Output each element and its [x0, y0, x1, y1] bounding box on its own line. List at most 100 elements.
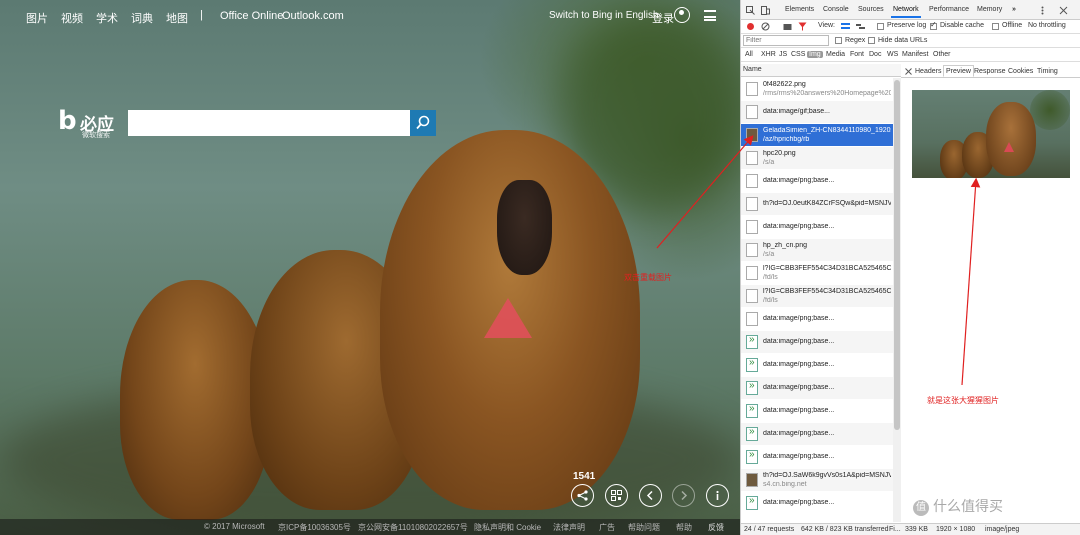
scrollbar-thumb[interactable]	[894, 80, 900, 430]
type-font[interactable]: Font	[850, 51, 864, 58]
nav-academic[interactable]: 学术	[96, 10, 118, 26]
nav-videos[interactable]: 视频	[61, 10, 83, 26]
filter-icon[interactable]	[798, 22, 807, 31]
tab-network[interactable]: Network	[891, 6, 921, 18]
request-row[interactable]: data:image/png;base...	[741, 446, 893, 468]
request-row[interactable]: data:image/gif;base...	[741, 101, 893, 123]
status-size: 339 KB	[905, 526, 928, 533]
tab-console[interactable]: Console	[823, 6, 849, 13]
footer-legal[interactable]: 法律声明	[553, 522, 585, 533]
nav-dictionary[interactable]: 词典	[131, 10, 153, 26]
footer-feedback[interactable]: 反馈	[708, 522, 724, 533]
request-row[interactable]: 0f482622.png/rms/rms%20answers%20Homepag…	[741, 78, 893, 100]
close-icon[interactable]	[1059, 6, 1068, 15]
request-row[interactable]: data:image/png;base...	[741, 423, 893, 445]
disable-cache-checkbox[interactable]	[930, 20, 937, 30]
large-rows-icon[interactable]	[841, 22, 850, 31]
footer-help[interactable]: 帮助	[676, 522, 692, 533]
nav-office-online[interactable]: Office Online	[220, 10, 283, 22]
request-row[interactable]: data:image/png;base...	[741, 492, 893, 514]
switch-language-link[interactable]: Switch to Bing in English	[549, 10, 659, 21]
login-link[interactable]: 登录	[652, 10, 674, 26]
request-path: /s/a	[763, 159, 775, 166]
request-row[interactable]: data:image/png;base...	[741, 308, 893, 330]
nav-outlook[interactable]: Outlook.com	[282, 10, 344, 22]
record-icon[interactable]	[747, 23, 754, 30]
share-button[interactable]	[571, 484, 594, 507]
footer: © 2017 Microsoft 京ICP备10036305号 京公网安备110…	[0, 519, 740, 535]
request-row[interactable]: data:image/png;base...	[741, 377, 893, 399]
footer-ads[interactable]: 广告	[599, 522, 615, 533]
type-js[interactable]: JS	[779, 51, 787, 58]
previous-image-button[interactable]	[639, 484, 662, 507]
footer-icp[interactable]: 京ICP备10036305号	[278, 522, 351, 533]
qr-code-button[interactable]	[605, 484, 628, 507]
request-list-scrollbar[interactable]	[893, 78, 901, 522]
qr-code-icon	[611, 490, 622, 501]
type-media[interactable]: Media	[826, 51, 845, 58]
type-img[interactable]: Img	[807, 51, 823, 58]
request-row[interactable]: th?id=OJ.0eutK84ZCrFSQw&pid=MSNJVFe	[741, 193, 893, 215]
request-row[interactable]: hp_zh_cn.png/s/a	[741, 239, 893, 261]
detail-tab-cookies[interactable]: Cookies	[1008, 68, 1033, 75]
type-doc[interactable]: Doc	[869, 51, 881, 58]
request-row[interactable]: data:image/png;base...	[741, 354, 893, 376]
detail-tab-timing[interactable]: Timing	[1037, 68, 1058, 75]
request-row[interactable]: th?id=OJ.SaW6k9gvVs0s1A&pid=MSNJVFe s4.cn…	[741, 469, 893, 491]
image-thumbnail-icon	[746, 473, 758, 487]
device-toolbar-icon[interactable]	[761, 6, 770, 15]
next-image-button[interactable]	[672, 484, 695, 507]
type-css[interactable]: CSS	[791, 51, 805, 58]
request-row[interactable]: data:image/png;base...	[741, 331, 893, 353]
throttling-select[interactable]: No throttling	[1028, 22, 1066, 29]
menu-icon[interactable]	[704, 10, 716, 21]
request-name: th?id=OJ.0eutK84ZCrFSQw&pid=MSNJVFe	[763, 200, 891, 207]
request-row[interactable]: data:image/png;base...	[741, 216, 893, 238]
footer-help-questions[interactable]: 帮助问题	[628, 522, 660, 533]
search-input[interactable]	[128, 110, 410, 136]
info-button[interactable]	[706, 484, 729, 507]
request-name: data:image/png;base...	[763, 384, 835, 391]
close-detail-icon[interactable]	[904, 67, 913, 76]
footer-privacy[interactable]: 隐私声明和 Cookie	[474, 522, 541, 533]
offline-checkbox[interactable]	[992, 23, 999, 30]
request-row[interactable]: l?IG=CBB3FEF554C34D31BCA525465C415€ /fd/l…	[741, 262, 893, 284]
clear-icon[interactable]	[761, 22, 770, 31]
more-options-icon[interactable]	[1038, 6, 1047, 15]
tab-performance[interactable]: Performance	[929, 6, 969, 13]
type-xhr[interactable]: XHR	[761, 51, 776, 58]
type-ws[interactable]: WS	[887, 51, 898, 58]
request-row[interactable]: data:image/png;base...	[741, 400, 893, 422]
hide-data-urls-checkbox[interactable]	[868, 37, 875, 44]
tab-memory[interactable]: Memory	[977, 6, 1002, 13]
type-other[interactable]: Other	[933, 51, 951, 58]
regex-checkbox[interactable]	[835, 37, 842, 44]
overview-icon[interactable]	[856, 22, 865, 31]
capture-screenshots-icon[interactable]	[783, 22, 792, 31]
tab-elements[interactable]: Elements	[785, 6, 814, 13]
detail-tab-preview[interactable]: Preview	[943, 65, 974, 77]
nav-separator: |	[200, 9, 203, 21]
request-name: data:image/png;base...	[763, 177, 835, 184]
nav-maps[interactable]: 地图	[166, 10, 188, 26]
request-name: th?id=OJ.SaW6k9gvVs0s1A&pid=MSNJVFe	[763, 472, 891, 479]
search-button[interactable]	[410, 110, 436, 136]
request-row[interactable]: hpc20.png/s/a	[741, 147, 893, 169]
detail-tab-response[interactable]: Response	[974, 68, 1006, 75]
request-row[interactable]: data:image/png;base...	[741, 170, 893, 192]
filter-input[interactable]	[743, 35, 829, 46]
type-manifest[interactable]: Manifest	[902, 51, 928, 58]
tab-sources[interactable]: Sources	[858, 6, 884, 13]
preserve-log-checkbox[interactable]	[877, 23, 884, 30]
more-tabs-chevron[interactable]: »	[1012, 6, 1016, 13]
inspect-element-icon[interactable]	[746, 6, 755, 15]
footer-police-record[interactable]: 京公网安备11010802022657号	[358, 522, 468, 533]
name-column-header[interactable]: Name	[741, 64, 901, 77]
detail-tab-headers[interactable]: Headers	[915, 68, 941, 75]
type-all[interactable]: All	[745, 51, 753, 58]
request-row[interactable]: l?IG=CBB3FEF554C34D31BCA525465C415€ /fd/l…	[741, 285, 893, 307]
watermark: 值什么值得买	[913, 496, 1003, 516]
avatar-icon[interactable]	[674, 7, 690, 23]
nav-images[interactable]: 图片	[26, 10, 48, 26]
request-row[interactable]: GeladaSimien_ZH-CN8344110980_1920x10/az/…	[741, 124, 893, 146]
